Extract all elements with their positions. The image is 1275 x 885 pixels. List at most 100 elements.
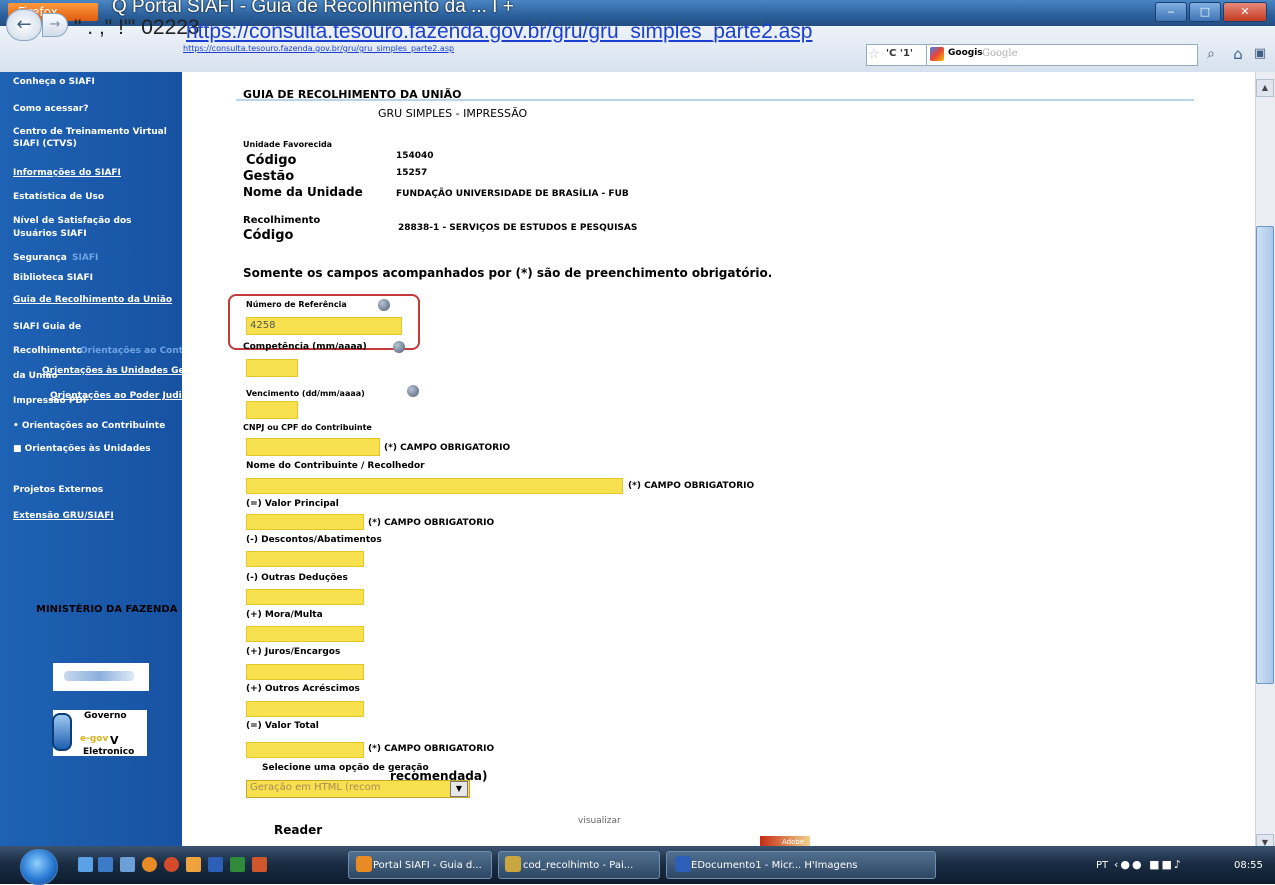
- firefox-icon[interactable]: [142, 857, 157, 872]
- sidebar-item-nivel-satisfacao[interactable]: Nível de Satisfação dos: [13, 215, 131, 227]
- sidebar-item-orient-contribuinte[interactable]: • Orientações ao Contribuinte: [13, 420, 165, 432]
- powerpoint-icon[interactable]: [252, 857, 267, 872]
- search-icon[interactable]: ⌕: [1200, 44, 1222, 64]
- quicklaunch-icon[interactable]: [186, 857, 201, 872]
- mora-multa-input[interactable]: [246, 626, 364, 642]
- clock[interactable]: 08:55: [1234, 860, 1263, 871]
- sidebar-item-siafi-guia[interactable]: SIAFI Guia de: [13, 321, 81, 333]
- geracao-select-value: Geração em HTML (recom: [250, 782, 381, 793]
- start-button[interactable]: [20, 849, 58, 885]
- recolhimento-label: Recolhimento: [243, 215, 321, 226]
- unidade-favorecida-label: Unidade Favorecida: [243, 140, 333, 149]
- scroll-up-button[interactable]: ▲: [1256, 79, 1274, 97]
- sidebar-item-guia-recolhimento[interactable]: Guia de Recolhimento da União: [13, 294, 172, 306]
- juros-label: (+) Juros/Encargos: [246, 647, 341, 657]
- reload-button[interactable]: 'C '1': [886, 48, 913, 59]
- help-icon[interactable]: [378, 299, 390, 311]
- home-icon[interactable]: ⌂: [1228, 44, 1248, 64]
- nome-contribuinte-label: Nome do Contribuinte / Recolhedor: [246, 461, 425, 471]
- codigo-value: 154040: [396, 151, 434, 161]
- sidebar-item-orient-unidades-2[interactable]: ■ Orientações às Unidades: [13, 443, 151, 455]
- sidebar-item-ctvs[interactable]: Centro de Treinamento Virtual: [13, 126, 167, 138]
- bookmark-star-icon[interactable]: ☆: [868, 47, 880, 62]
- help-icon[interactable]: [393, 341, 405, 353]
- cnpj-required-label: (*) CAMPO OBRIGATORIO: [384, 443, 511, 453]
- vencimento-input[interactable]: [246, 401, 298, 419]
- valor-principal-required-label: (*) CAMPO OBRIGATORIO: [368, 518, 495, 528]
- nome-contribuinte-input[interactable]: [246, 478, 623, 494]
- descontos-label: (-) Descontos/Abatimentos: [246, 535, 382, 545]
- reader-label: Reader: [274, 823, 323, 837]
- valor-total-label: (=) Valor Total: [246, 721, 319, 731]
- sidebar-item-informacoes[interactable]: Informações do SIAFI: [13, 167, 121, 179]
- taskbar-item-paint[interactable]: cod_recolhimto - Pai...: [498, 851, 660, 879]
- back-button[interactable]: ←: [6, 9, 42, 41]
- partner-logo-image: [64, 671, 134, 681]
- sidebar-item-seguranca[interactable]: Segurança: [13, 252, 67, 264]
- sidebar-item-seguranca-siafi[interactable]: SIAFI: [72, 252, 98, 264]
- nome-required-label: (*) CAMPO OBRIGATORIO: [628, 481, 755, 491]
- competencia-input[interactable]: [246, 359, 298, 377]
- sidebar-item-usuarios[interactable]: Usuários SIAFI: [13, 228, 87, 240]
- google-icon[interactable]: [930, 47, 944, 61]
- cnpj-cpf-label: CNPJ ou CPF do Contribuinte: [243, 423, 372, 432]
- menu-icon[interactable]: ▣: [1250, 44, 1270, 64]
- sidebar-item-ctvs-2[interactable]: SIAFI (CTVS): [13, 138, 77, 150]
- sidebar-item-recolhimento[interactable]: Recolhimento: [13, 345, 83, 357]
- juros-input[interactable]: [246, 664, 364, 680]
- close-button[interactable]: ✕: [1223, 2, 1267, 22]
- cnpj-cpf-input[interactable]: [246, 438, 380, 456]
- gestao-label: Gestão: [243, 169, 295, 184]
- quicklaunch-icon[interactable]: [98, 857, 113, 872]
- sidebar-item-projetos-externos[interactable]: Projetos Externos: [13, 484, 103, 496]
- chevron-down-icon[interactable]: ▼: [450, 781, 468, 797]
- sidebar-item-estatistica[interactable]: Estatística de Uso: [13, 191, 104, 203]
- valor-principal-input[interactable]: [246, 514, 364, 530]
- word-icon: [675, 856, 691, 872]
- sidebar-item-como-acessar[interactable]: Como acessar?: [13, 103, 88, 115]
- egov-line1: Governo: [84, 711, 127, 721]
- maximize-button[interactable]: □: [1189, 2, 1221, 22]
- address-url-small[interactable]: https://consulta.tesouro.fazenda.gov.br/…: [183, 44, 454, 53]
- numero-referencia-label: Número de Referência: [246, 300, 347, 309]
- minimize-button[interactable]: ‒: [1155, 2, 1187, 22]
- word-icon[interactable]: [208, 857, 223, 872]
- language-indicator[interactable]: PT: [1096, 860, 1108, 871]
- sidebar-item-biblioteca[interactable]: Biblioteca SIAFI: [13, 272, 93, 284]
- address-url[interactable]: https://consulta.tesouro.fazenda.gov.br/…: [186, 20, 812, 44]
- egov-line4: Eletronico: [83, 747, 135, 757]
- taskbar-item-word[interactable]: EDocumento1 - Micr... H'Imagens: [666, 851, 936, 879]
- page-subtitle: GRU SIMPLES - IMPRESSÃO: [378, 107, 528, 120]
- nome-unidade-value: FUNDAÇÃO UNIVERSIDADE DE BRASÍLIA - FUB: [396, 189, 629, 199]
- scrollbar-thumb[interactable]: [1256, 226, 1274, 684]
- mora-multa-label: (+) Mora/Multa: [246, 610, 323, 620]
- outras-deducoes-input[interactable]: [246, 589, 364, 605]
- valor-total-input[interactable]: [246, 742, 364, 758]
- egov-line3: V: [110, 734, 119, 747]
- help-icon[interactable]: [407, 385, 419, 397]
- recolhimento-value: 28838-1 - SERVIÇOS DE ESTUDOS E PESQUISA…: [398, 223, 638, 233]
- paint-icon: [505, 856, 521, 872]
- adobe-label: Adobe: [782, 838, 805, 846]
- media-player-icon[interactable]: [164, 857, 179, 872]
- search-engine-label: Googis: [948, 48, 983, 58]
- outros-acrescimos-input[interactable]: [246, 701, 364, 717]
- title-divider: [236, 99, 1194, 101]
- quicklaunch-icon[interactable]: [120, 857, 135, 872]
- descontos-input[interactable]: [246, 551, 364, 567]
- show-desktop-icon[interactable]: [78, 857, 93, 872]
- codigo-recolhimento-label: Código: [243, 228, 294, 243]
- codigo-label: Código: [246, 153, 297, 168]
- forward-button[interactable]: →: [42, 13, 68, 37]
- gestao-value: 15257: [396, 168, 428, 178]
- system-tray-icons[interactable]: ‹●● ■■♪: [1114, 858, 1183, 871]
- outras-deducoes-label: (-) Outras Deduções: [246, 573, 348, 583]
- competencia-label: Competência (mm/aaaa): [243, 342, 367, 352]
- address-prefix: " . ," !"' 02223: [74, 16, 200, 39]
- vencimento-label: Vencimento (dd/mm/aaaa): [246, 389, 365, 398]
- nome-unidade-label: Nome da Unidade: [243, 185, 363, 199]
- excel-icon[interactable]: [230, 857, 245, 872]
- sidebar-item-extensao[interactable]: Extensão GRU/SIAFI: [13, 510, 114, 522]
- visualizar-label[interactable]: visualizar: [578, 816, 621, 826]
- sidebar-item-conheca[interactable]: Conheça o SIAFI: [13, 76, 95, 88]
